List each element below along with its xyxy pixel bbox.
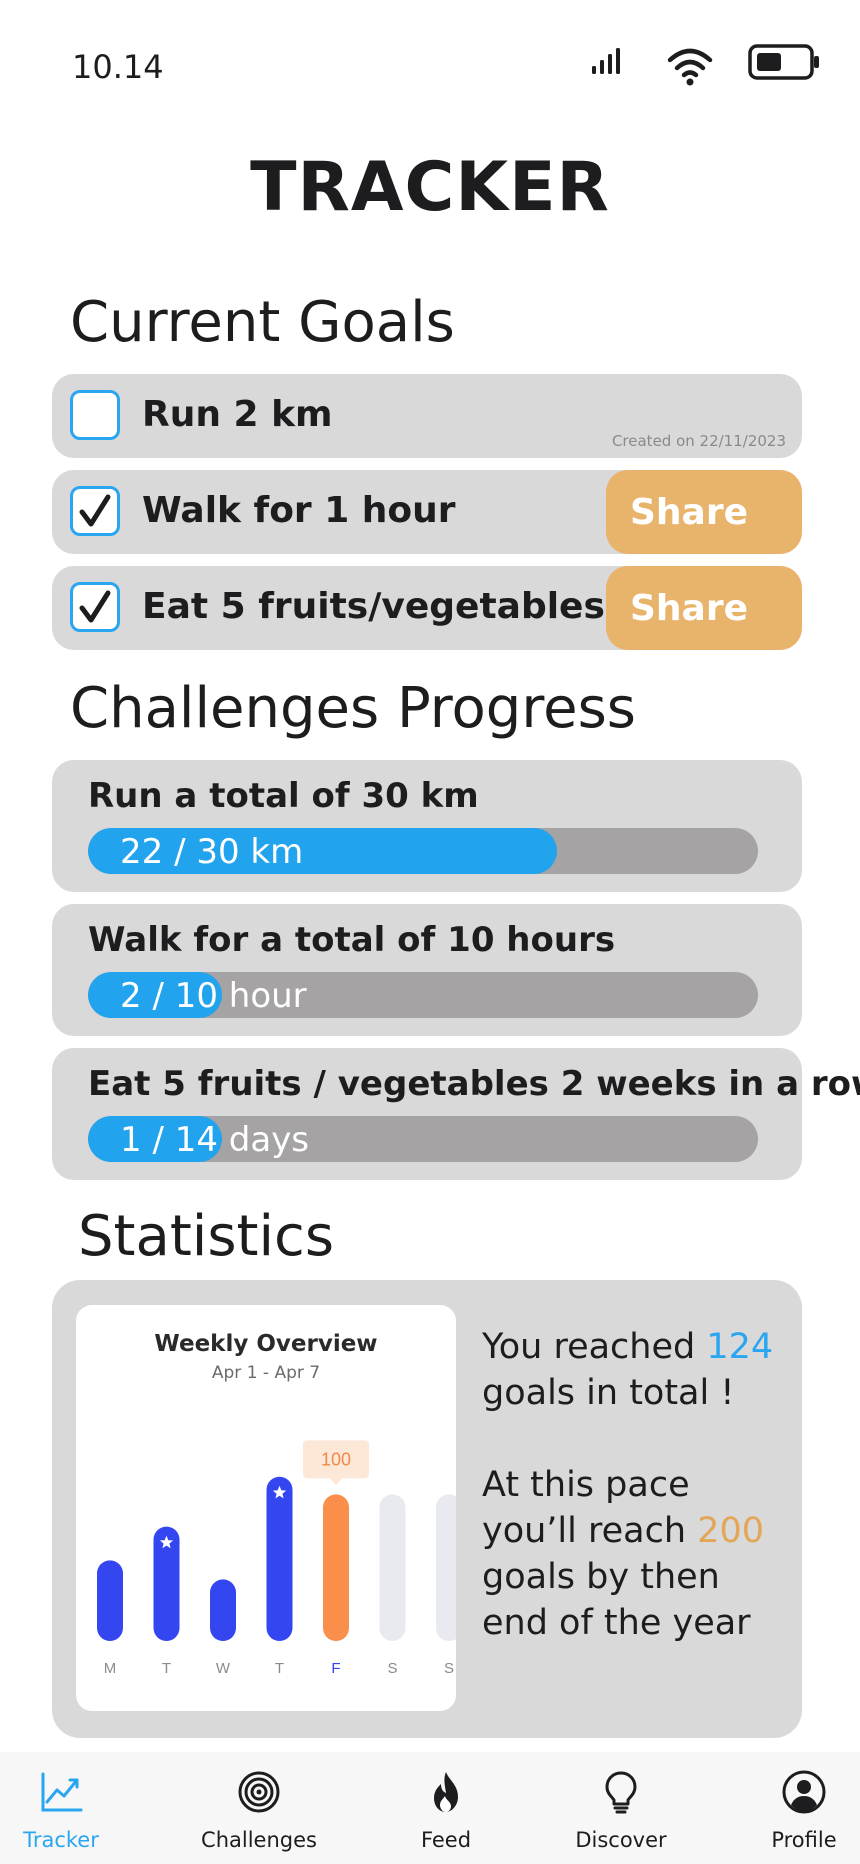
goal-checkbox[interactable] [70, 582, 120, 632]
challenge-label: Walk for a total of 10 hours [88, 920, 616, 960]
chart-bar [266, 1476, 293, 1641]
tab-label: Discover [575, 1828, 667, 1852]
current-goals-title: Current Goals [70, 290, 455, 355]
value-tooltip-arrow [330, 1478, 342, 1486]
challenge-card[interactable]: Eat 5 fruits / vegetables 2 weeks in a r… [52, 1048, 860, 1180]
projected-goals-count: 200 [697, 1511, 764, 1551]
goal-card: Walk for 1 hour Share [52, 470, 802, 554]
status-time: 10.14 [72, 48, 164, 86]
user-circle-icon [782, 1770, 826, 1814]
lightbulb-icon [605, 1771, 637, 1814]
goal-checkbox[interactable] [70, 390, 120, 440]
tab-label: Profile [771, 1828, 837, 1852]
chart-plot: M T W T F 100 S S [97, 1440, 456, 1677]
chart-tick-label: S [444, 1660, 454, 1677]
progress-bar: 2 / 10 hour [88, 972, 758, 1018]
goal-label: Walk for 1 hour [142, 490, 456, 531]
goal-checkbox[interactable] [70, 486, 120, 536]
share-button[interactable]: Share [606, 566, 802, 650]
bottom-tab-bar: Tracker Challenges Feed Discover Profile [0, 1752, 860, 1864]
challenge-label: Eat 5 fruits / vegetables 2 weeks in a r… [88, 1064, 860, 1104]
trend-chart-icon [41, 1772, 83, 1812]
tab-feed[interactable]: Feed [404, 1752, 488, 1864]
tab-tracker[interactable]: Tracker [10, 1752, 112, 1864]
chart-bar [436, 1494, 456, 1641]
page-title: TRACKER [250, 148, 610, 227]
tab-challenges[interactable]: Challenges [194, 1752, 324, 1864]
value-tooltip-label: 100 [321, 1449, 351, 1469]
weekly-overview-chart: Weekly Overview Apr 1 - Apr 7 M T W T F 100 S S [76, 1305, 456, 1711]
checkmark-icon [79, 590, 111, 623]
statistics-card: Weekly Overview Apr 1 - Apr 7 M T W T F 100 S S… [52, 1280, 802, 1738]
chart-tick-label: M [104, 1660, 117, 1677]
tab-discover[interactable]: Discover [568, 1752, 674, 1864]
progress-bar: 1 / 14 days [88, 1116, 758, 1162]
progress-text: 2 / 10 hour [120, 976, 307, 1016]
progress-bar: 22 / 30 km [88, 828, 758, 874]
challenge-card[interactable]: Walk for a total of 10 hours 2 / 10 hour [52, 904, 802, 1036]
chart-tick-label: T [275, 1660, 284, 1677]
chart-bar [323, 1494, 349, 1641]
status-bar: 10.14 [0, 0, 860, 110]
chart-tick-label: S [387, 1660, 397, 1677]
checkmark-icon [79, 494, 111, 527]
chart-tick-label: W [216, 1660, 231, 1677]
statistics-title: Statistics [78, 1204, 334, 1269]
total-goals-count: 124 [706, 1327, 774, 1367]
goal-created-date: Created on 22/11/2023 [611, 432, 786, 450]
share-button[interactable]: Share [606, 470, 802, 554]
flame-icon [434, 1772, 458, 1812]
chart-bar [379, 1494, 406, 1641]
chart-bar [210, 1579, 236, 1641]
tab-label: Tracker [23, 1828, 99, 1852]
chart-bar [97, 1560, 123, 1641]
tab-profile[interactable]: Profile [762, 1752, 846, 1864]
statistics-summary: You reached 124 goals in total ! At this… [482, 1324, 782, 1646]
tab-label: Feed [420, 1828, 472, 1852]
challenges-progress-title: Challenges Progress [70, 676, 636, 741]
battery-icon [748, 44, 819, 80]
goal-label: Run 2 km [142, 394, 333, 435]
challenge-label: Run a total of 30 km [88, 776, 479, 816]
wifi-icon [667, 48, 713, 86]
challenge-card[interactable]: Run a total of 30 km 22 / 30 km [52, 760, 802, 892]
progress-text: 1 / 14 days [120, 1120, 310, 1160]
projection-text: At this pace you’ll reach 200 goals by t… [482, 1465, 764, 1643]
chart-tick-label: F [331, 1660, 340, 1677]
tab-label: Challenges [201, 1828, 317, 1852]
progress-text: 22 / 30 km [120, 832, 304, 872]
signal-icon [592, 48, 620, 74]
goal-card: Eat 5 fruits/vegetables Share [52, 566, 802, 650]
chart-tick-label: T [162, 1660, 171, 1677]
goal-card: Run 2 km Created on 22/11/2023 [52, 374, 802, 458]
goal-label: Eat 5 fruits/vegetables [142, 586, 605, 627]
total-goals-text: You reached 124 goals in total ! [482, 1327, 774, 1413]
target-icon [238, 1771, 280, 1813]
